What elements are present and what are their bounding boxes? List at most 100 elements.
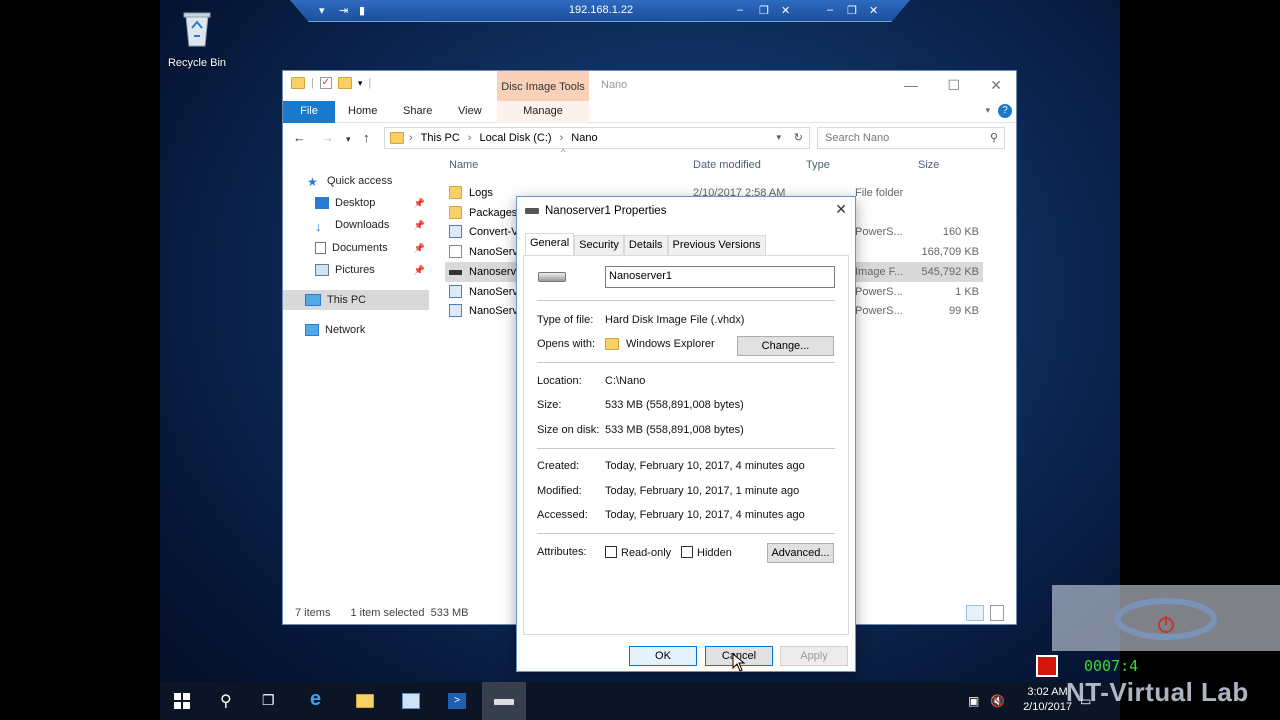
- tab-home[interactable]: Home: [348, 105, 377, 117]
- address-bar[interactable]: › This PC › Local Disk (C:) › Nano ▾ ↻: [384, 127, 810, 149]
- general-panel: Nanoserver1 Type of file: Hard Disk Imag…: [523, 255, 849, 635]
- file-type: File folder: [855, 187, 904, 199]
- tab-manage[interactable]: Manage: [497, 101, 589, 123]
- dialog-title: Nanoserver1 Properties: [545, 205, 667, 217]
- breadcrumb-nano[interactable]: Nano: [571, 132, 597, 144]
- file-name-field[interactable]: Nanoserver1: [605, 266, 835, 288]
- expand-ribbon-icon[interactable]: ▾: [985, 105, 990, 116]
- tab-share[interactable]: Share: [403, 105, 432, 117]
- tab-file[interactable]: File: [283, 101, 335, 123]
- pin-icon[interactable]: 📌: [414, 220, 425, 231]
- recycle-bin[interactable]: Recycle Bin: [166, 8, 228, 69]
- modified-label: Modified:: [537, 485, 582, 497]
- breadcrumb-local-disk[interactable]: Local Disk (C:): [479, 132, 551, 144]
- close-icon[interactable]: ✕: [835, 201, 847, 218]
- nav-quick-access[interactable]: ★ Quick access: [283, 171, 429, 191]
- file-explorer-icon[interactable]: [356, 694, 374, 708]
- task-view-icon[interactable]: ❐: [262, 692, 275, 709]
- start-windows-icon[interactable]: [174, 693, 190, 709]
- rdp-connection-bar: ▾ ⇥ ▮ 192.168.1.22 – ❐ ✕ – ❐ ✕: [290, 0, 910, 22]
- file-size: 168,709 KB: [921, 246, 980, 258]
- recent-locations-icon[interactable]: ▾: [346, 134, 351, 145]
- hidden-checkbox[interactable]: Hidden: [681, 546, 732, 559]
- file-type: Image F...: [855, 266, 904, 278]
- accessed-value: Today, February 10, 2017, 4 minutes ago: [605, 509, 805, 521]
- type-label: Type of file:: [537, 314, 594, 326]
- powershell-icon[interactable]: >: [448, 693, 466, 709]
- forward-icon[interactable]: →: [321, 130, 334, 145]
- large-icons-view-icon[interactable]: [990, 605, 1004, 621]
- readonly-checkbox[interactable]: Read-only: [605, 546, 671, 559]
- internet-explorer-icon[interactable]: e: [310, 688, 321, 711]
- recording-counter: 0007:4: [1084, 657, 1139, 675]
- pin-icon[interactable]: 📌: [414, 243, 425, 254]
- column-size[interactable]: Size: [918, 159, 939, 171]
- rdp-close-icon[interactable]: ✕: [781, 4, 790, 17]
- tab-details[interactable]: Details: [623, 235, 668, 255]
- column-date-modified[interactable]: Date modified: [693, 159, 761, 171]
- column-name[interactable]: Name: [449, 159, 478, 171]
- rdp-minimize-icon[interactable]: –: [737, 4, 743, 16]
- nav-downloads[interactable]: ↓ Downloads 📌: [283, 215, 429, 235]
- file-size: 545,792 KB: [921, 266, 980, 278]
- file-name: Logs: [469, 187, 493, 199]
- divider: |: [311, 77, 314, 89]
- network-icon: [305, 324, 319, 336]
- change-button[interactable]: Change...: [737, 336, 834, 356]
- rdp-restore-icon[interactable]: ❐: [759, 4, 769, 17]
- nav-network[interactable]: Network: [283, 320, 429, 340]
- chevron-down-icon[interactable]: ▾: [776, 132, 781, 143]
- nav-desktop[interactable]: Desktop 📌: [283, 193, 429, 213]
- star-icon: ★: [307, 175, 318, 189]
- tab-previous-versions[interactable]: Previous Versions: [667, 235, 766, 255]
- pictures-icon: [315, 264, 329, 276]
- separator: [537, 300, 835, 301]
- tab-security[interactable]: Security: [574, 235, 624, 255]
- server-manager-icon[interactable]: [402, 693, 420, 709]
- nav-documents[interactable]: Documents 📌: [283, 238, 429, 258]
- properties-icon[interactable]: ✓: [319, 77, 332, 89]
- help-icon[interactable]: ?: [998, 104, 1012, 118]
- search-input[interactable]: Search Nano ⚲: [817, 127, 1005, 149]
- new-folder-icon[interactable]: [337, 77, 352, 89]
- back-icon[interactable]: ←: [293, 130, 306, 145]
- volume-muted-icon[interactable]: 🔇: [990, 694, 1005, 708]
- recycle-bin-label: Recycle Bin: [167, 57, 227, 69]
- item-count: 7 items: [295, 607, 331, 619]
- details-view-icon[interactable]: [966, 605, 984, 621]
- breadcrumb-this-pc[interactable]: This PC: [421, 132, 460, 144]
- column-type[interactable]: Type: [806, 159, 830, 171]
- properties-taskbar-button[interactable]: [482, 682, 526, 720]
- search-placeholder: Search Nano: [825, 132, 890, 144]
- vm-minimize-icon[interactable]: –: [827, 4, 833, 16]
- pin-icon[interactable]: 📌: [414, 198, 425, 209]
- search-icon[interactable]: ⚲: [220, 691, 232, 711]
- powershell-script-icon: [449, 225, 462, 238]
- file-type: PowerS...: [855, 286, 903, 298]
- sort-ascending-icon: ^: [561, 147, 566, 157]
- network-tray-icon[interactable]: ▣: [968, 694, 979, 708]
- nav-this-pc[interactable]: This PC: [283, 290, 429, 310]
- opens-with-label: Opens with:: [537, 338, 596, 350]
- close-icon[interactable]: ✕: [990, 77, 1002, 94]
- ok-button[interactable]: OK: [629, 646, 697, 666]
- vm-restore-icon[interactable]: ❐: [847, 4, 857, 17]
- navigation-pane: ★ Quick access Desktop 📌 ↓ Downloads 📌 D…: [283, 161, 429, 601]
- tab-view[interactable]: View: [458, 105, 482, 117]
- minimize-icon[interactable]: —: [904, 77, 918, 93]
- advanced-button[interactable]: Advanced...: [767, 543, 834, 563]
- apply-button[interactable]: Apply: [780, 646, 848, 666]
- vm-close-icon[interactable]: ✕: [869, 4, 878, 17]
- refresh-icon[interactable]: ↻: [794, 131, 803, 144]
- customize-qat-icon[interactable]: ▾: [358, 78, 363, 89]
- record-stop-button[interactable]: [1036, 655, 1058, 677]
- document-icon: [315, 242, 326, 254]
- pin-icon[interactable]: 📌: [414, 265, 425, 276]
- nav-pictures[interactable]: Pictures 📌: [283, 260, 429, 280]
- up-icon[interactable]: ↑: [363, 130, 370, 145]
- window-title: Nano: [601, 79, 628, 91]
- tab-general[interactable]: General: [525, 233, 575, 255]
- rdp-menu-icon[interactable]: ▾: [319, 4, 325, 17]
- maximize-icon[interactable]: ☐: [947, 77, 960, 94]
- rdp-pin-icon[interactable]: ⇥: [339, 4, 348, 17]
